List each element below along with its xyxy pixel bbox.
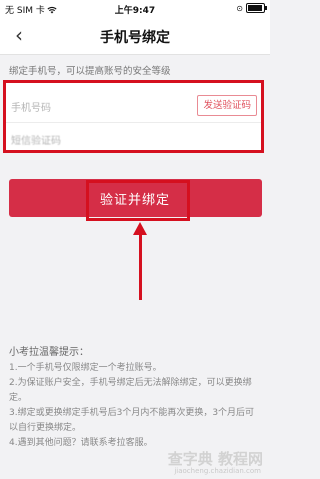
annotation-arrow-shaft — [139, 233, 142, 300]
nav-bar: ‹ 手机号绑定 — [0, 18, 270, 55]
tip-item: 3.绑定或更换绑定手机号后3个月内不能再次更换，3个月后可以自行更换绑定。 — [9, 408, 255, 433]
tips-list: 1.一个手机号仅限绑定一个考拉账号。 2.为保证账户安全，手机号绑定后无法解除绑… — [9, 361, 263, 451]
sms-code-input[interactable]: 短信验证码 — [11, 132, 61, 147]
status-bar: 无 SIM 卡 上午9:47 ⊙ — [0, 0, 270, 18]
phone-field-row: 手机号码 发送验证码 — [6, 89, 261, 123]
watermark-url: jiaocheng.chazidian.com — [174, 467, 261, 475]
battery-icon — [246, 3, 267, 13]
orientation-lock-icon: ⊙ — [236, 3, 243, 13]
status-right: ⊙ — [236, 3, 267, 13]
sms-field-row: 短信验证码 — [6, 122, 261, 155]
status-time: 上午9:47 — [114, 6, 156, 16]
page-title: 手机号绑定 — [100, 30, 170, 46]
tip-item: 1.一个手机号仅限绑定一个考拉账号。 — [9, 363, 162, 373]
annotation-box-button — [86, 180, 190, 221]
tip-item: 2.为保证账户安全，手机号绑定后无法解除绑定，可以更换绑定。 — [9, 378, 252, 403]
phone-input[interactable]: 手机号码 — [11, 99, 51, 114]
battery-fill — [248, 5, 262, 11]
watermark-text: 查字典 教程网 — [167, 450, 263, 468]
annotation-box-form: 手机号码 发送验证码 短信验证码 — [3, 80, 264, 153]
tips-title: 小考拉温馨提示： — [9, 347, 89, 358]
bind-hint-text: 绑定手机号，可以提高账号的安全等级 — [9, 66, 171, 77]
send-code-button[interactable]: 发送验证码 — [197, 95, 257, 116]
